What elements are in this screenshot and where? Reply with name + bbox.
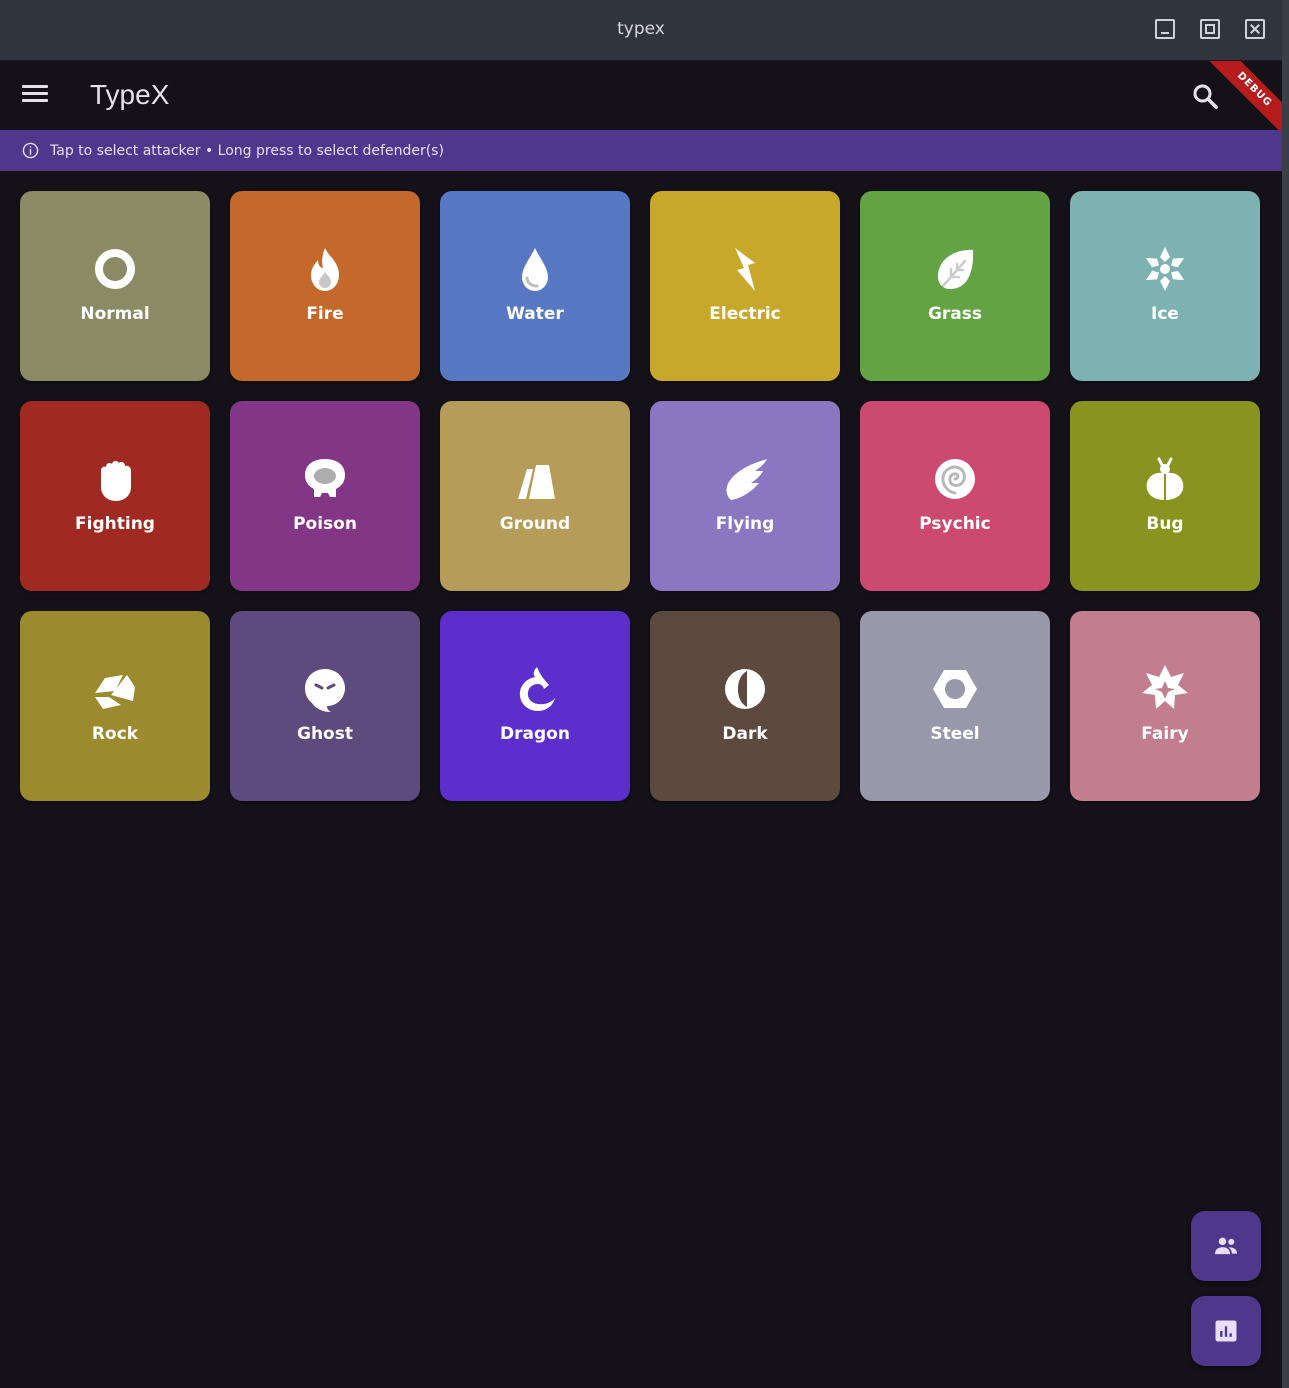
spiral-icon: [935, 459, 975, 499]
app-body: TypeX DEBUG Tap to select attacker • Lon…: [0, 61, 1282, 1388]
beetle-icon: [1146, 457, 1184, 500]
page-title: TypeX: [90, 79, 170, 110]
type-label: Fairy: [1141, 724, 1189, 744]
snowflake-icon: [1145, 247, 1185, 291]
info-icon: [22, 142, 39, 159]
water-drop-icon: [522, 248, 548, 291]
info-banner: Tap to select attacker • Long press to s…: [0, 130, 1282, 171]
app-bar: TypeX DEBUG: [0, 61, 1282, 141]
mountain-icon: [518, 465, 555, 499]
window-edge: [1282, 0, 1289, 1388]
type-tile-ground[interactable]: Ground: [440, 401, 630, 591]
dragon-icon: [519, 667, 555, 711]
minimize-icon[interactable]: [1155, 19, 1175, 39]
defenders-fab[interactable]: [1191, 1211, 1261, 1281]
type-label: Fighting: [75, 514, 155, 534]
type-tile-steel[interactable]: Steel: [860, 611, 1050, 801]
type-tile-psychic[interactable]: Psychic: [860, 401, 1050, 591]
type-label: Steel: [930, 724, 980, 744]
bar-chart-icon: [1215, 1320, 1237, 1342]
ring-icon: [95, 249, 135, 289]
close-icon[interactable]: [1245, 19, 1265, 39]
type-label: Ground: [499, 514, 571, 534]
type-label: Rock: [91, 724, 139, 744]
type-label: Flying: [715, 514, 775, 534]
maximize-icon[interactable]: [1200, 19, 1220, 39]
ghost-icon: [305, 669, 345, 712]
type-tile-electric[interactable]: Electric: [650, 191, 840, 381]
type-label: Bug: [1146, 514, 1184, 534]
type-label: Poison: [293, 514, 357, 534]
half-moon-icon: [725, 669, 765, 709]
type-tile-rock[interactable]: Rock: [20, 611, 210, 801]
type-label: Dark: [722, 724, 768, 744]
type-tile-poison[interactable]: Poison: [230, 401, 420, 591]
sparkle-icon: [1142, 665, 1188, 709]
type-label: Grass: [927, 304, 983, 324]
type-label: Electric: [709, 304, 781, 324]
type-tile-water[interactable]: Water: [440, 191, 630, 381]
type-label: Ice: [1151, 304, 1179, 324]
lightning-icon: [735, 248, 755, 291]
type-tile-fairy[interactable]: Fairy: [1070, 611, 1260, 801]
menu-icon[interactable]: [22, 85, 48, 107]
leaf-icon: [937, 249, 974, 289]
type-tile-normal[interactable]: Normal: [20, 191, 210, 381]
type-label: Normal: [80, 304, 150, 324]
search-icon[interactable]: [1190, 81, 1220, 111]
type-label: Water: [506, 304, 564, 324]
type-tile-fire[interactable]: Fire: [230, 191, 420, 381]
type-tile-bug[interactable]: Bug: [1070, 401, 1260, 591]
type-tile-ice[interactable]: Ice: [1070, 191, 1260, 381]
type-grid: Normal Fire Water Electric Grass Ice Fighting P…: [20, 191, 1260, 801]
window-title: typex: [617, 19, 665, 39]
window-titlebar: typex: [0, 0, 1282, 61]
wing-icon: [726, 459, 767, 500]
hex-nut-icon: [933, 670, 977, 708]
type-tile-dark[interactable]: Dark: [650, 611, 840, 801]
type-label: Psychic: [919, 514, 991, 534]
type-tile-grass[interactable]: Grass: [860, 191, 1050, 381]
rock-icon: [95, 675, 135, 709]
type-tile-ghost[interactable]: Ghost: [230, 611, 420, 801]
type-tile-flying[interactable]: Flying: [650, 401, 840, 591]
skull-bubble-icon: [305, 459, 345, 497]
type-tile-fighting[interactable]: Fighting: [20, 401, 210, 591]
chart-fab[interactable]: [1191, 1296, 1261, 1366]
type-tile-dragon[interactable]: Dragon: [440, 611, 630, 801]
fist-icon: [101, 460, 131, 501]
flame-icon: [311, 248, 339, 291]
type-label: Ghost: [297, 724, 353, 744]
people-icon: [1214, 1237, 1238, 1255]
info-banner-text: Tap to select attacker • Long press to s…: [50, 142, 444, 159]
type-label: Fire: [306, 304, 344, 324]
type-label: Dragon: [500, 724, 570, 744]
